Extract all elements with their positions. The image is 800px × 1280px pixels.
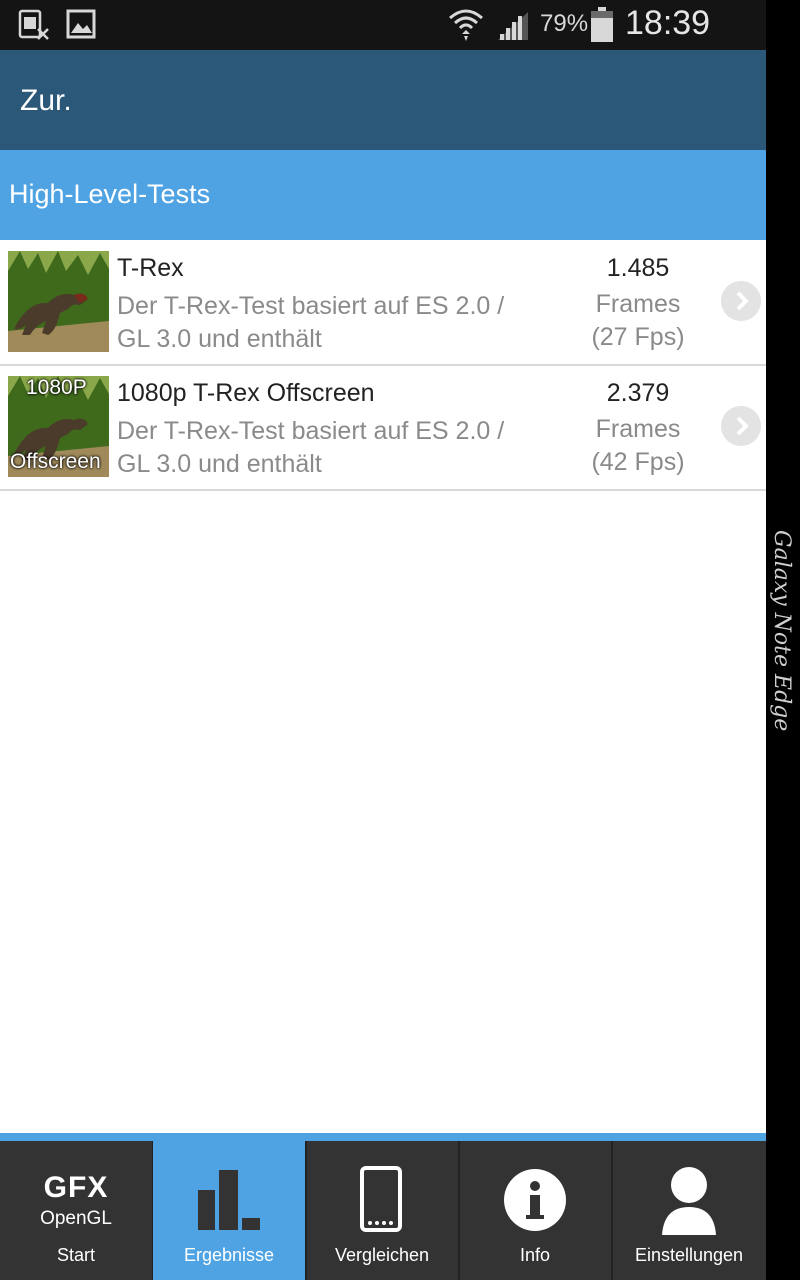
- image-notification-icon: [66, 9, 96, 39]
- chevron-right-icon[interactable]: [721, 281, 761, 321]
- edge-screen: Galaxy Note Edge: [766, 0, 800, 1280]
- tab-label: Start: [56, 1245, 95, 1265]
- app-bar: Zur.: [0, 50, 766, 150]
- nav-accent-stripe: [0, 1133, 766, 1141]
- edge-label: Galaxy Note Edge: [769, 530, 794, 732]
- test-row-t-rex[interactable]: T-Rex Der T-Rex-Test basiert auf ES 2.0 …: [0, 240, 766, 366]
- battery-percent: 79%: [540, 10, 589, 37]
- section-title: High-Level-Tests: [9, 179, 211, 209]
- gfx-logo-text: GFX: [43, 1171, 109, 1204]
- test-description: Der T-Rex-Test basiert auf ES 2.0 / GL 3…: [117, 292, 505, 353]
- test-unit: Frames: [595, 290, 681, 318]
- tab-compare[interactable]: Vergleichen: [306, 1141, 460, 1280]
- sim-missing-icon: [18, 9, 49, 40]
- user-icon: [662, 1167, 716, 1235]
- test-name: 1080p T-Rex Offscreen: [117, 379, 375, 407]
- tab-results[interactable]: Ergebnisse: [153, 1141, 307, 1280]
- test-fps: (42 Fps): [591, 448, 685, 476]
- test-row-1080p-t-rex-offscreen[interactable]: 1080P Offscreen 1080p T-Rex Offscreen De…: [0, 365, 766, 491]
- phone-icon: [360, 1166, 402, 1232]
- test-score: 1.485: [606, 254, 670, 282]
- bar-chart-icon: [198, 1170, 260, 1230]
- clock: 18:39: [625, 4, 711, 42]
- tab-start[interactable]: GFX OpenGL Start: [0, 1141, 154, 1280]
- results-list: T-Rex Der T-Rex-Test basiert auf ES 2.0 …: [0, 240, 766, 1133]
- wifi-icon: [449, 9, 483, 41]
- tab-label: Info: [519, 1245, 551, 1265]
- chevron-right-icon[interactable]: [721, 406, 761, 446]
- thumbnail-caption-bottom: Offscreen: [10, 450, 101, 473]
- t-rex-thumbnail-icon: [8, 251, 109, 352]
- opengl-logo-text: OpenGL: [40, 1208, 112, 1229]
- test-fps: (27 Fps): [591, 323, 685, 351]
- tab-label: Ergebnisse: [183, 1245, 275, 1265]
- tab-info[interactable]: Info: [459, 1141, 613, 1280]
- thumbnail-caption-top: 1080P: [26, 376, 87, 399]
- battery-icon: [591, 7, 613, 42]
- test-unit: Frames: [595, 415, 681, 443]
- tab-settings[interactable]: Einstellungen: [612, 1141, 766, 1280]
- t-rex-offscreen-thumbnail-icon: 1080P Offscreen: [8, 376, 109, 477]
- tab-label: Einstellungen: [634, 1245, 744, 1265]
- section-header: High-Level-Tests: [0, 150, 766, 240]
- bottom-nav: GFX OpenGL Start Ergebnisse Vergleichen …: [0, 1141, 766, 1280]
- tab-label: Vergleichen: [334, 1245, 430, 1265]
- info-icon: [504, 1169, 566, 1231]
- test-name: T-Rex: [117, 254, 184, 282]
- test-description: Der T-Rex-Test basiert auf ES 2.0 / GL 3…: [117, 417, 505, 478]
- signal-icon: [498, 12, 528, 40]
- back-button[interactable]: Zur.: [20, 84, 72, 118]
- test-score: 2.379: [606, 379, 670, 407]
- status-bar: 79% 18:39: [0, 0, 766, 50]
